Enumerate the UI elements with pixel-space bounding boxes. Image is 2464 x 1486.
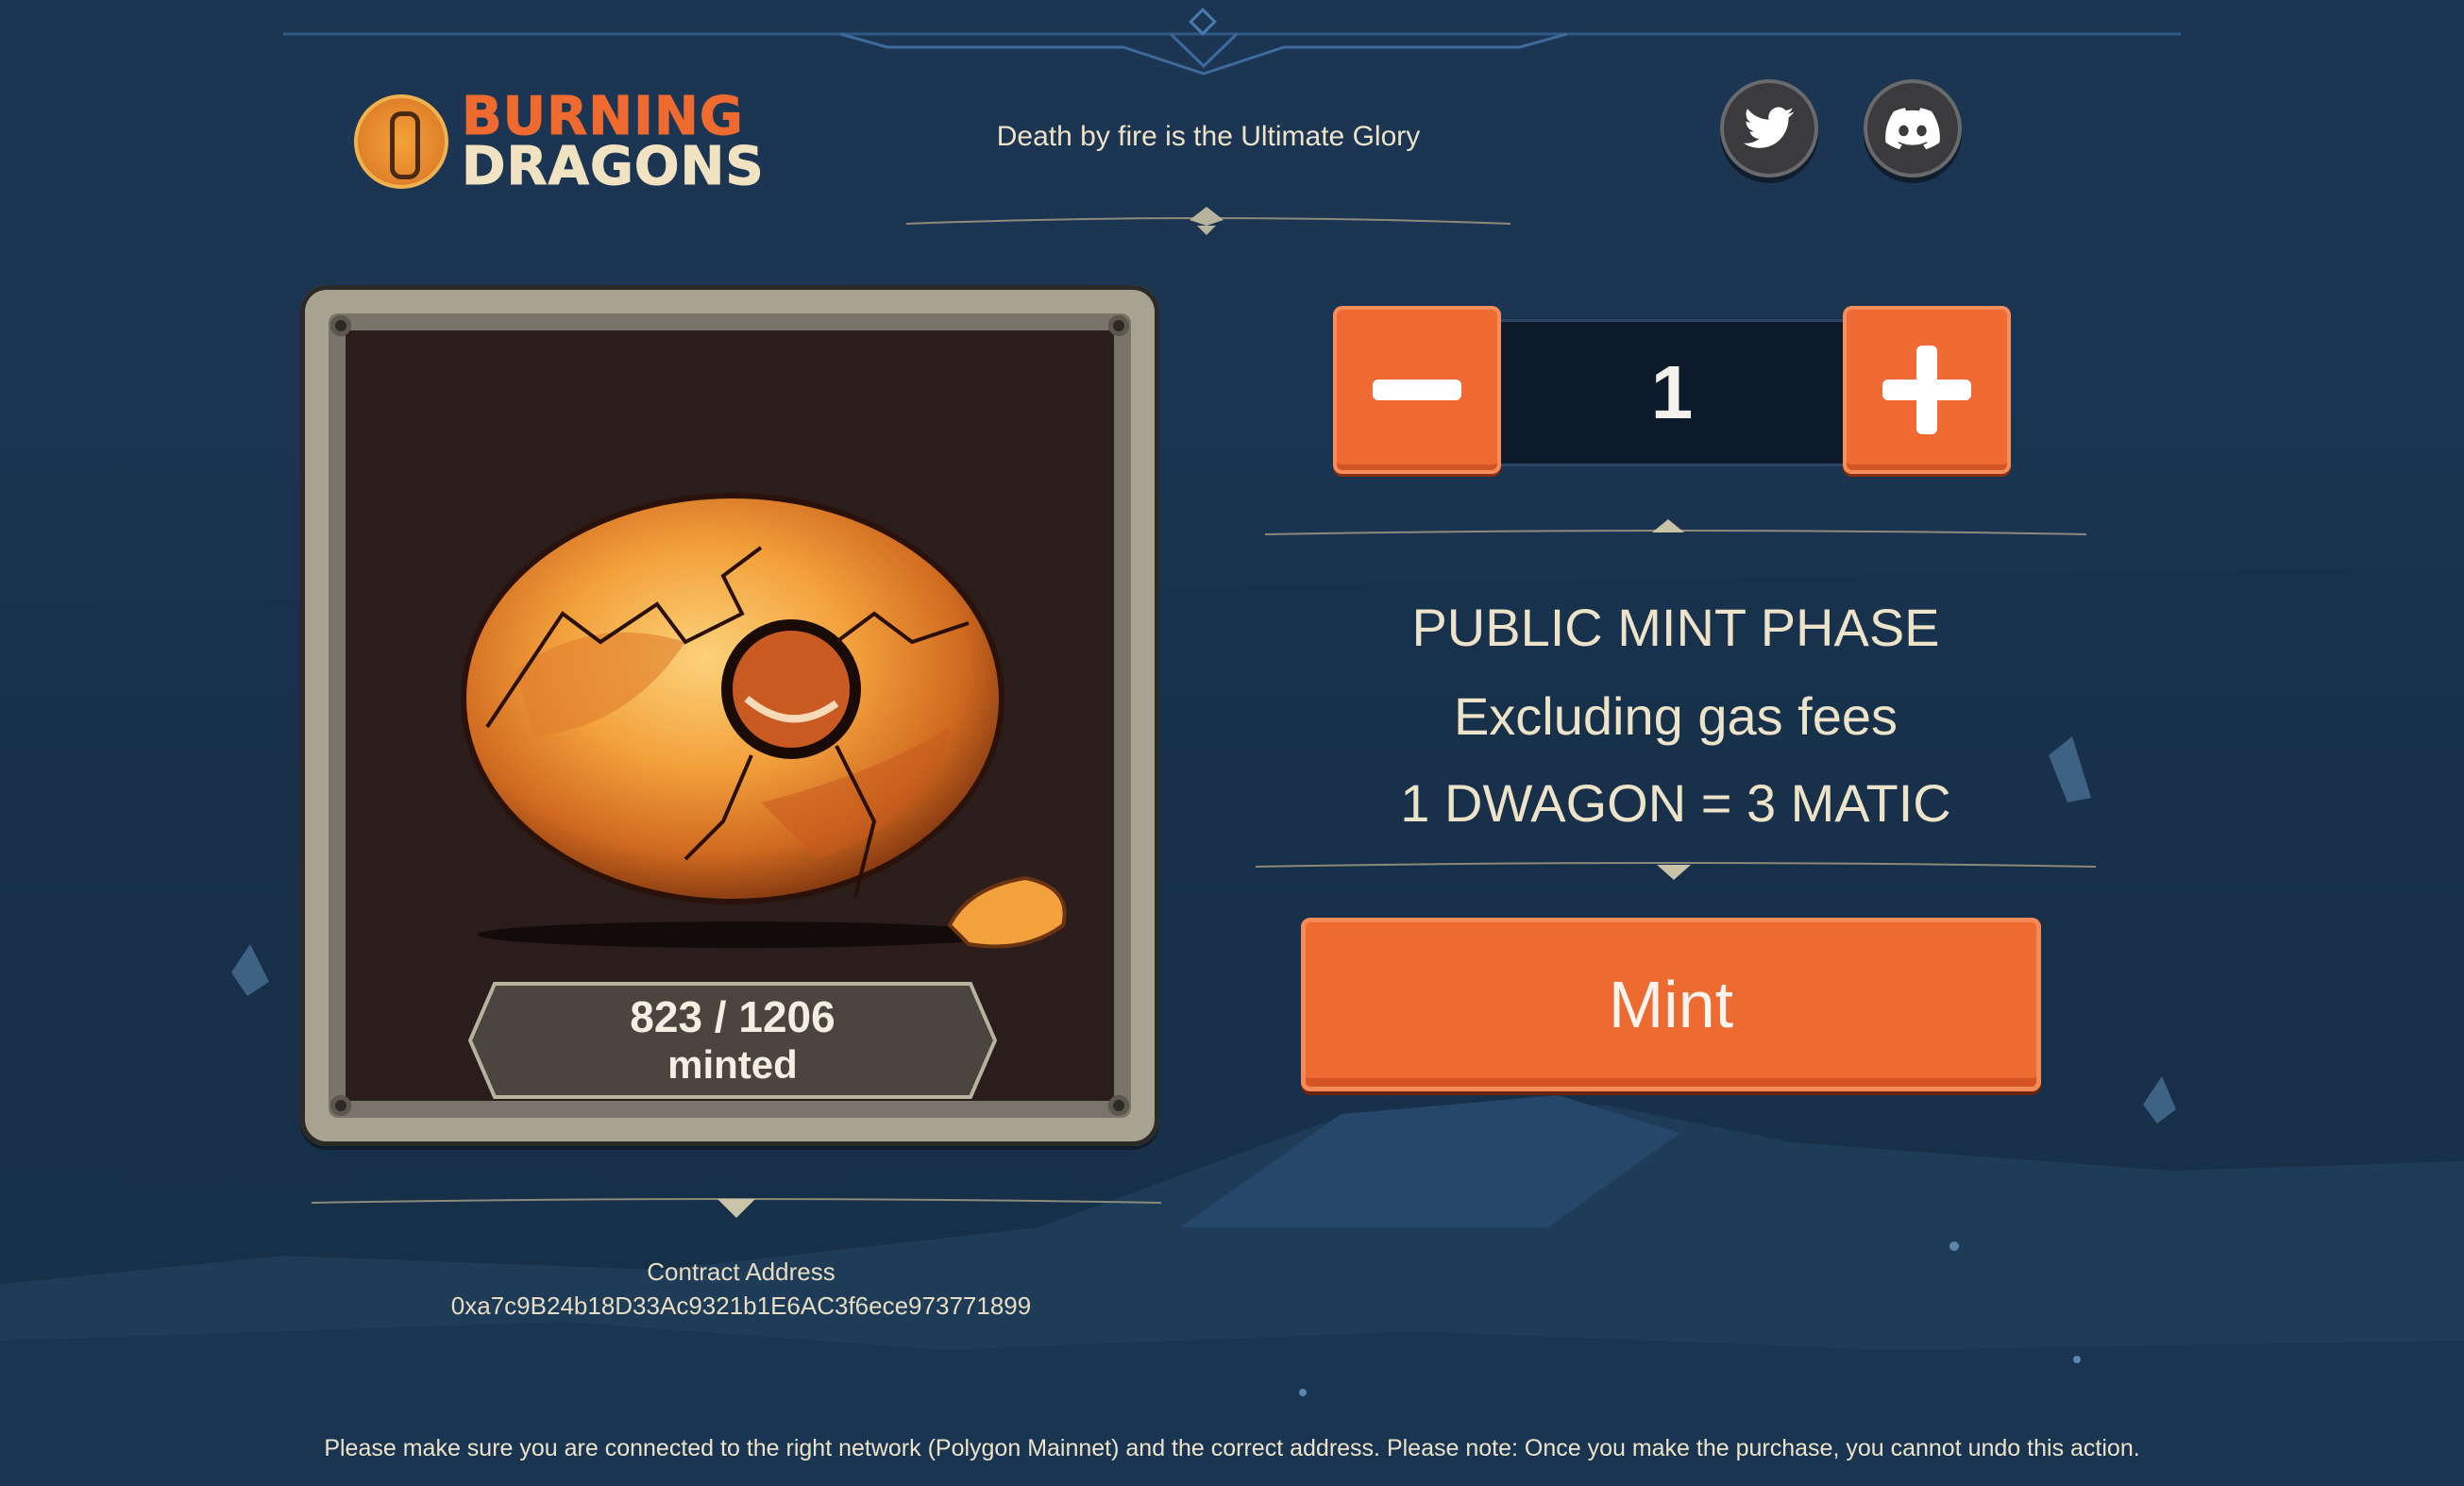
tagline: Death by fire is the Ultimate Glory [996, 121, 1421, 152]
twitter-button[interactable] [1720, 79, 1818, 177]
rivet [330, 1095, 351, 1116]
rivet [330, 315, 351, 336]
minus-icon [1373, 380, 1461, 400]
increase-quantity-button[interactable] [1843, 306, 2011, 474]
top-ornament [283, 8, 2181, 76]
minted-label: minted [667, 1042, 798, 1087]
plus-icon [1882, 346, 1971, 434]
minted-counter: 823 / 1206 minted [468, 982, 997, 1099]
gas-fee-note: Excluding gas fees [1453, 686, 1899, 746]
quantity-input[interactable]: 1 [1501, 319, 1843, 466]
price-divider [1256, 862, 2096, 880]
minted-count: 823 / 1206 [630, 992, 835, 1041]
twitter-icon [1744, 107, 1795, 148]
header-divider [906, 207, 1510, 235]
decrease-quantity-button[interactable] [1333, 306, 1501, 474]
footer-disclaimer: Please make sure you are connected to th… [324, 1435, 2140, 1461]
rivet [1108, 1095, 1129, 1116]
nft-card: 823 / 1206 minted [300, 285, 1159, 1146]
mint-price: 1 DWAGON = 3 MATIC [1400, 773, 1951, 833]
mint-phase-title: PUBLIC MINT PHASE [1411, 598, 1940, 657]
brand-logo[interactable]: BURNING DRAGONS [354, 90, 807, 194]
quantity-stepper: 1 [1333, 306, 2011, 476]
discord-icon [1885, 108, 1940, 149]
mint-button[interactable]: Mint [1301, 918, 2041, 1091]
contract-address-label: Contract Address [647, 1258, 835, 1286]
stepper-divider [1265, 519, 2086, 535]
rivet [1108, 315, 1129, 336]
card-divider [312, 1198, 1161, 1218]
logo-wordmark: BURNING DRAGONS [462, 85, 765, 197]
logo-line-2: DRAGONS [462, 136, 765, 197]
dragon-emblem-icon [354, 94, 448, 189]
contract-address-value[interactable]: 0xa7c9B24b18D33Ac9321b1E6AC3f6ece9737718… [397, 1292, 1086, 1321]
logo-line-1: BURNING [462, 85, 744, 147]
discord-button[interactable] [1864, 79, 1962, 177]
